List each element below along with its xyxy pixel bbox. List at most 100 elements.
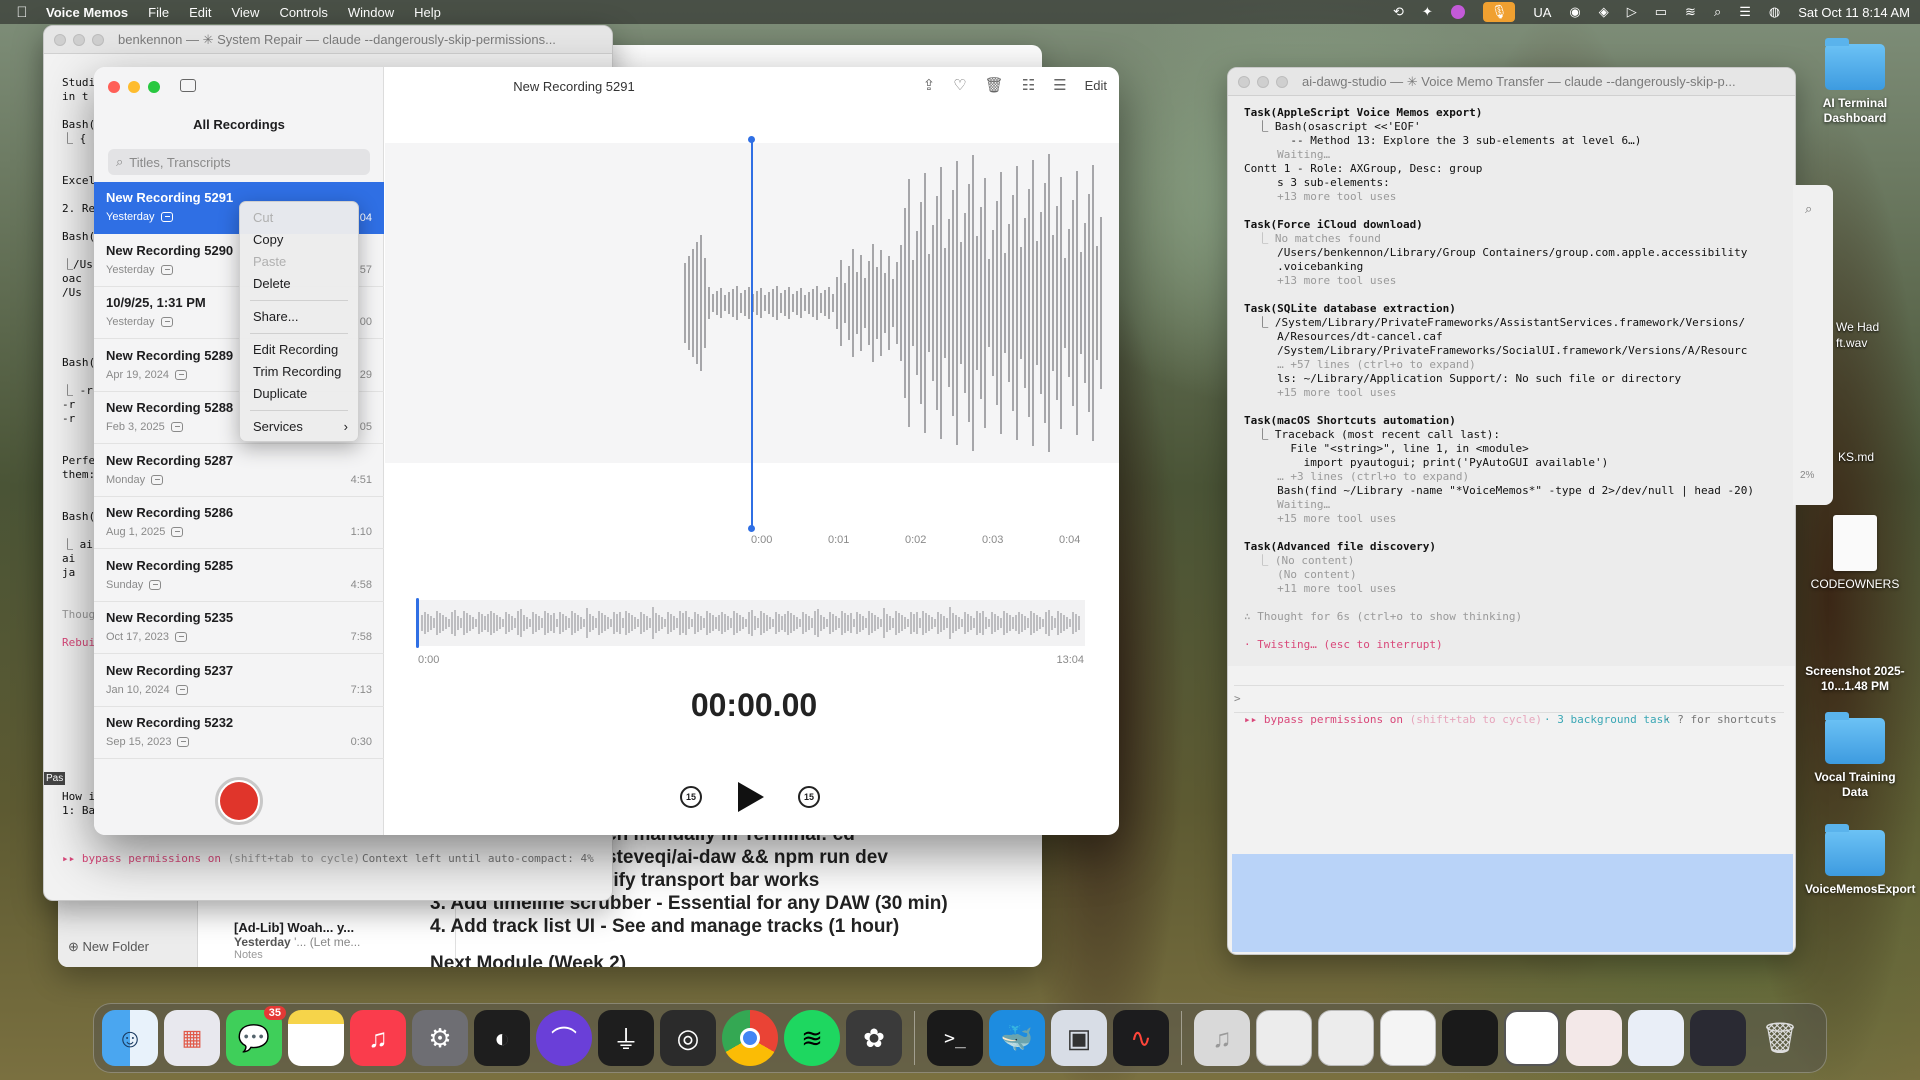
recording-item[interactable]: New Recording 5232 Sep 15, 2023 0:30 [94, 707, 384, 759]
window-thumbnail-icon[interactable] [1318, 1010, 1374, 1066]
arc-icon[interactable]: ⌒ [536, 1010, 592, 1066]
close-button[interactable] [108, 81, 120, 93]
finder-window-partial[interactable]: ⌕ [1793, 185, 1833, 505]
playhead-top-handle[interactable] [748, 136, 755, 143]
share-icon[interactable]: ⇪ [923, 76, 936, 94]
window-thumbnail-icon[interactable] [1504, 1010, 1560, 1066]
menu-item-duplicate[interactable]: Duplicate [240, 383, 358, 405]
menu-item-delete[interactable]: Delete [240, 273, 358, 295]
voice-memos-window[interactable]: All Recordings ⌕ Titles, Transcripts New… [94, 67, 1119, 835]
skip-back-button[interactable]: 15 [680, 786, 702, 808]
search-icon[interactable]: ⌕ [1805, 201, 1812, 217]
favorite-heart-icon[interactable]: ♡ [953, 76, 966, 94]
menu-window[interactable]: Window [338, 5, 404, 20]
background-tasks[interactable]: · 3 background task [1544, 713, 1670, 727]
sync-icon[interactable]: ⟲ [1393, 4, 1404, 20]
menu-app-name[interactable]: Voice Memos [44, 5, 138, 20]
window-thumbnail-icon[interactable] [1442, 1010, 1498, 1066]
notes-icon[interactable] [288, 1010, 344, 1066]
playhead-bottom-handle[interactable] [748, 525, 755, 532]
focus-icon[interactable]: ◉ [1569, 4, 1580, 20]
options-sliders-icon[interactable]: ☷ [1022, 76, 1035, 94]
sparkle-icon[interactable]: ✦ [1422, 4, 1433, 20]
finder-icon[interactable]: ☺ [102, 1010, 158, 1066]
menu-item-trim-recording[interactable]: Trim Recording [240, 361, 358, 383]
window-thumbnail-icon[interactable] [1566, 1010, 1622, 1066]
window-controls[interactable] [54, 33, 104, 46]
menu-item-paste[interactable]: Paste [240, 251, 358, 273]
desktop-folder-ai-terminal-dashboard[interactable]: AI Terminal Dashboard [1805, 38, 1905, 126]
desktop-folder-vocal-training-data[interactable]: Vocal Training Data [1805, 712, 1905, 800]
terminal-icon[interactable]: >_ [927, 1010, 983, 1066]
window-thumbnail-icon[interactable] [1690, 1010, 1746, 1066]
search-field[interactable]: ⌕ Titles, Transcripts [108, 149, 370, 175]
menu-item-cut[interactable]: Cut [240, 207, 358, 229]
apple-menu-icon[interactable]:  [0, 4, 44, 21]
right-terminal-titlebar[interactable]: ai-dawg-studio — ✳ Voice Memo Transfer —… [1228, 68, 1795, 96]
preview-icon[interactable]: ▣ [1051, 1010, 1107, 1066]
zoom-button[interactable] [148, 81, 160, 93]
right-terminal-window[interactable]: ai-dawg-studio — ✳ Voice Memo Transfer —… [1227, 67, 1796, 955]
music-icon[interactable]: ♫ [350, 1010, 406, 1066]
recording-item[interactable]: New Recording 5235 Oct 17, 2023 7:58 [94, 602, 384, 654]
play-status-icon[interactable]: ▷ [1627, 4, 1637, 20]
launchpad-icon[interactable]: ▦ [164, 1010, 220, 1066]
window-controls[interactable] [1238, 75, 1288, 88]
play-button[interactable] [738, 782, 764, 812]
overview-scrubber[interactable] [416, 600, 1085, 646]
trash-icon[interactable]: 🗑 [1752, 1010, 1808, 1066]
menu-help[interactable]: Help [404, 5, 451, 20]
minimize-button[interactable] [128, 81, 140, 93]
recording-item[interactable]: New Recording 5237 Jan 10, 2024 7:13 [94, 655, 384, 707]
playhead[interactable] [751, 139, 753, 529]
desktop-folder-voicememosexport[interactable]: VoiceMemosExport [1805, 824, 1915, 897]
desktop-file-screenshot[interactable]: Screenshot 2025-10...1.48 PM [1805, 664, 1905, 694]
context-menu[interactable]: Cut Copy Paste Delete Share... Edit Reco… [239, 201, 359, 442]
menu-edit[interactable]: Edit [179, 5, 221, 20]
left-terminal-titlebar[interactable]: benkennon — ✳ System Repair — claude --d… [44, 26, 612, 54]
app-status-icon[interactable] [1450, 5, 1465, 19]
desktop-file-codeowners[interactable]: CODEOWNERS [1805, 515, 1905, 592]
sidebar-toggle-icon[interactable] [180, 79, 196, 92]
window-thumbnail-icon[interactable] [1256, 1010, 1312, 1066]
right-terminal-output[interactable]: Task(AppleScript Voice Memos export) ⎿ B… [1228, 96, 1795, 666]
siri-icon[interactable]: ◍ [1769, 4, 1780, 20]
menu-controls[interactable]: Controls [269, 5, 337, 20]
compressor-icon[interactable]: ◎ [660, 1010, 716, 1066]
terminal-prompt[interactable]: > [1234, 685, 1784, 713]
edit-button[interactable]: Edit [1085, 78, 1107, 93]
window-thumbnail-icon[interactable] [1380, 1010, 1436, 1066]
chrome-icon[interactable] [722, 1010, 778, 1066]
recording-item[interactable]: New Recording 5287 Monday 4:51 [94, 445, 384, 497]
recording-item[interactable]: New Recording 5285 Sunday 4:58 [94, 550, 384, 602]
note-list-item[interactable]: [Ad-Lib] Woah... y... Yesterday '... (Le… [234, 920, 444, 961]
docker-icon[interactable]: 🐳 [989, 1010, 1045, 1066]
input-source[interactable]: UA [1533, 5, 1551, 20]
overview-playhead[interactable] [416, 598, 419, 648]
chatgpt-icon[interactable]: ✿ [846, 1010, 902, 1066]
skip-forward-button[interactable]: 15 [798, 786, 820, 808]
ua-icon[interactable]: ◈ [1599, 4, 1609, 20]
menu-view[interactable]: View [221, 5, 269, 20]
wifi-icon[interactable]: ≋ [1685, 4, 1696, 20]
record-button[interactable] [215, 777, 263, 825]
recording-item[interactable]: New Recording 5286 Aug 1, 2025 1:10 [94, 497, 384, 549]
system-settings-icon[interactable]: ⚙ [412, 1010, 468, 1066]
music-file-icon[interactable]: ♫ [1194, 1010, 1250, 1066]
new-folder-button[interactable]: ⊕ New Folder [68, 939, 149, 955]
menu-item-share[interactable]: Share... [240, 306, 358, 328]
messages-icon[interactable]: 💬 35 [226, 1006, 286, 1066]
menubar-clock[interactable]: Sat Oct 11 8:14 AM [1798, 5, 1910, 20]
search-icon[interactable]: ⌕ [1714, 4, 1721, 20]
microphone-icon[interactable]: 🎙 [1482, 2, 1516, 22]
menu-file[interactable]: File [138, 5, 179, 20]
transcript-icon[interactable]: ☰ [1053, 76, 1066, 94]
ua-connect-icon[interactable]: ⏚ [598, 1010, 654, 1066]
window-thumbnail-icon[interactable] [1628, 1010, 1684, 1066]
menu-item-services[interactable]: Services › [240, 416, 358, 438]
menu-item-edit-recording[interactable]: Edit Recording [240, 339, 358, 361]
menu-item-copy[interactable]: Copy [240, 229, 358, 251]
window-controls[interactable] [108, 81, 160, 93]
trash-icon[interactable]: 🗑 [985, 76, 1004, 94]
battery-icon[interactable]: ▭ [1655, 4, 1667, 20]
